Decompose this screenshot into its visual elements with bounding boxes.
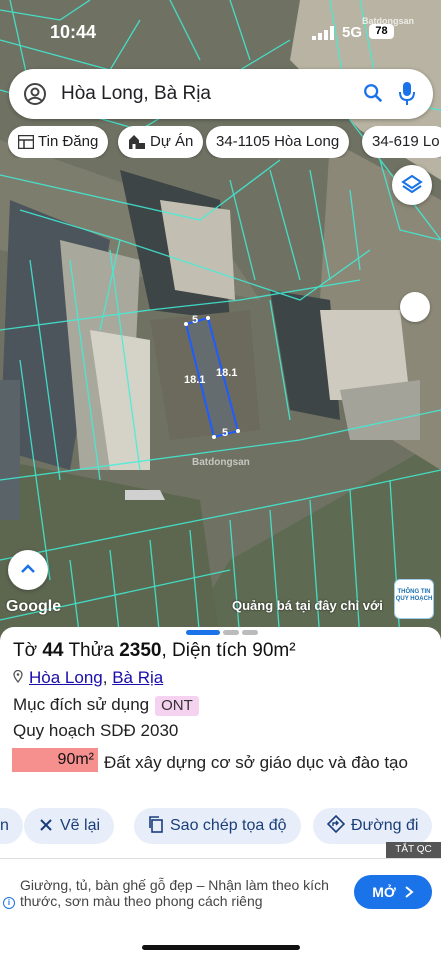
partial-action-label: n: [0, 817, 9, 834]
status-bar: 10:44 Batdongsan 5G 78: [0, 0, 441, 60]
redraw-label: Vẽ lại: [60, 817, 101, 834]
expand-button[interactable]: [8, 550, 48, 590]
land-use-purpose: Mục đích sử dụng ONT: [13, 695, 199, 716]
ad-open-button[interactable]: MỞ: [354, 875, 432, 909]
redraw-button[interactable]: Vẽ lại: [24, 808, 115, 844]
partial-action-button[interactable]: n: [0, 808, 23, 844]
clock: 10:44: [50, 22, 97, 42]
area-label: , Diện tích: [161, 640, 248, 661]
satellite-map[interactable]: 10:44 Batdongsan 5G 78 Hòa Long, Bà Rịa: [0, 0, 441, 640]
battery-indicator: 78: [369, 24, 394, 39]
sheet-label: Tờ: [13, 640, 38, 661]
microphone-icon[interactable]: [398, 81, 416, 107]
copy-coordinates-button[interactable]: Sao chép tọa độ: [134, 808, 301, 844]
home-indicator[interactable]: [142, 945, 300, 950]
ad-banner[interactable]: i Giường, tủ, bàn ghế gỗ đẹp – Nhận làm …: [0, 858, 441, 924]
page-dot: [223, 630, 239, 635]
copy-icon: [149, 816, 163, 833]
promo-text[interactable]: Quảng bá tại đây chỉ với: [232, 598, 383, 613]
planning-info-badge[interactable]: THÔNG TIN QUY HOẠCH: [394, 579, 434, 619]
chip-label: Dự Án: [150, 133, 194, 150]
parcel-location: Hòa Long, Bà Rịa: [13, 668, 163, 688]
plan-area-badge: 90m²: [12, 748, 98, 772]
map-handle[interactable]: [400, 292, 430, 322]
project-icon: [129, 135, 145, 149]
chevron-right-icon: [405, 886, 414, 898]
planning-label: Quy hoạch SDĐ 2030: [13, 721, 179, 740]
google-logo: Google: [6, 598, 62, 615]
plan-description: Đất xây dựng cơ sở giáo dục và đào tạo: [104, 753, 408, 772]
chip-tin-dang[interactable]: Tin Đăng: [8, 126, 109, 158]
page-dot: [242, 630, 258, 635]
network-type: 5G: [342, 24, 363, 41]
account-icon[interactable]: [23, 82, 47, 106]
dimension-right: 18.1: [216, 367, 238, 379]
plot-label: Thửa: [68, 640, 114, 661]
layers-icon: [401, 174, 423, 194]
search-bar[interactable]: Hòa Long, Bà Rịa: [9, 69, 433, 119]
directions-icon: [326, 814, 346, 834]
search-icon[interactable]: [362, 82, 384, 104]
close-ad-button[interactable]: TẮT QC: [386, 842, 441, 858]
sheet-number: 44: [42, 640, 64, 661]
action-bar: n Vẽ lại Sao chép tọa độ Đường đi: [0, 808, 441, 846]
filter-chips: Tin Đăng Dự Án 34-1105 Hòa Long 34-619 L…: [8, 126, 441, 158]
chip-label: Tin Đăng: [38, 133, 99, 150]
area-value: 90m²: [252, 640, 296, 661]
chip-plot-619[interactable]: 34-619 Lo: [362, 126, 441, 158]
dimension-bottom: 5: [222, 427, 229, 439]
chip-label: 34-619 Lo: [372, 133, 440, 150]
signal-icon: [312, 26, 334, 40]
chip-du-an[interactable]: Dự Án: [118, 126, 204, 158]
plot-number: 2350: [119, 640, 162, 661]
search-query[interactable]: Hòa Long, Bà Rịa: [61, 83, 211, 105]
purpose-label: Mục đích sử dụng: [13, 695, 150, 714]
chevron-up-icon: [21, 564, 35, 573]
purpose-code-badge: ONT: [155, 696, 199, 716]
directions-label: Đường đi: [351, 817, 419, 834]
copy-coordinates-label: Sao chép tọa độ: [170, 817, 287, 834]
location-pin-icon: [13, 669, 23, 684]
directions-button[interactable]: Đường đi: [313, 808, 433, 844]
ad-open-label: MỞ: [372, 884, 396, 900]
dimension-left: 18.1: [184, 374, 206, 386]
ad-info-icon[interactable]: i: [3, 897, 15, 909]
ward-link[interactable]: Hòa Long: [29, 668, 103, 687]
district-link[interactable]: Bà Rịa: [112, 668, 163, 687]
page-dot-active: [186, 630, 220, 635]
redraw-icon: [40, 819, 52, 831]
ad-text: Giường, tủ, bàn ghế gỗ đẹp – Nhận làm th…: [20, 877, 329, 909]
dimension-top: 5: [192, 314, 199, 326]
chip-label: 34-1105 Hòa Long: [216, 133, 340, 150]
parcel-title: Tờ 44 Thửa 2350, Diện tích 90m²: [13, 640, 296, 662]
listing-icon: [17, 134, 35, 150]
chip-plot-1105[interactable]: 34-1105 Hòa Long: [206, 126, 350, 158]
parcel-sheet: Tờ 44 Thửa 2350, Diện tích 90m² Hòa Long…: [0, 627, 441, 959]
map-watermark: Batdongsan: [192, 457, 250, 468]
layers-button[interactable]: [392, 165, 432, 205]
